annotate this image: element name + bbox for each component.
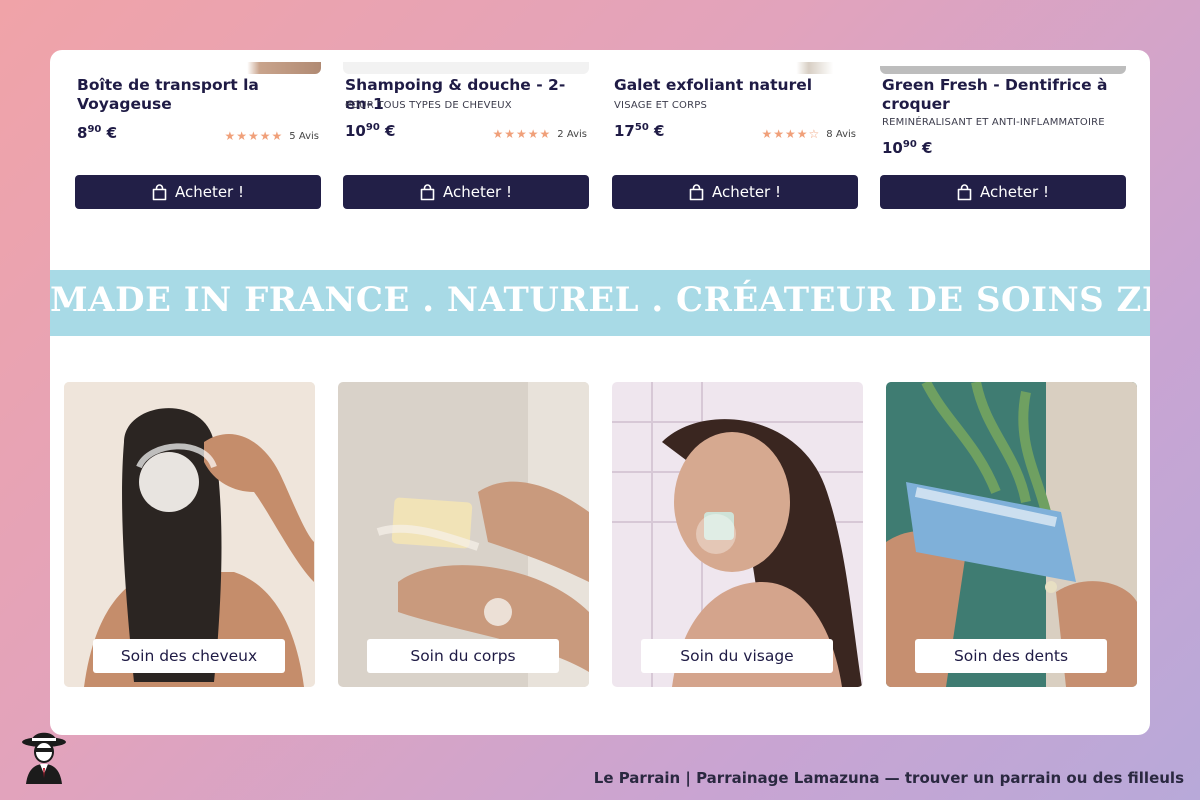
godfather-logo-icon bbox=[22, 732, 66, 784]
buy-button-label: Acheter ! bbox=[442, 183, 513, 201]
rating-stars: ★★★★★ bbox=[492, 127, 552, 141]
product-name[interactable]: Green Fresh - Dentifrice à croquer bbox=[882, 76, 1126, 114]
product-image[interactable] bbox=[343, 62, 589, 74]
product-name[interactable]: Galet exfoliant naturel bbox=[614, 76, 858, 95]
buy-button-label: Acheter ! bbox=[174, 183, 245, 201]
product-image[interactable] bbox=[75, 62, 321, 74]
category-label[interactable]: Soin des dents bbox=[915, 639, 1107, 673]
buy-button[interactable]: Acheter ! bbox=[880, 175, 1126, 209]
product-subtitle: POUR TOUS TYPES DE CHEVEUX bbox=[345, 100, 512, 111]
product-subtitle: VISAGE ET CORPS bbox=[614, 100, 708, 111]
category-card-hair[interactable]: Soin des cheveux bbox=[64, 382, 315, 687]
shopping-bag-icon bbox=[689, 183, 704, 201]
product-card[interactable]: Galet exfoliant naturel VISAGE ET CORPS … bbox=[612, 50, 858, 270]
product-image[interactable] bbox=[880, 66, 1126, 74]
product-card[interactable]: Boîte de transport la Voyageuse 890 € ★★… bbox=[75, 50, 321, 270]
review-count: 8 Avis bbox=[826, 128, 856, 140]
rating-stars: ★★★★★ bbox=[224, 129, 284, 143]
product-price: 1090 € bbox=[882, 139, 933, 157]
buy-button-label: Acheter ! bbox=[979, 183, 1050, 201]
category-label[interactable]: Soin des cheveux bbox=[93, 639, 285, 673]
product-rating[interactable]: ★★★★☆ 8 Avis bbox=[762, 127, 857, 141]
product-card[interactable]: Shampoing & douche - 2-en-1 POUR TOUS TY… bbox=[343, 50, 589, 270]
buy-button-label: Acheter ! bbox=[711, 183, 782, 201]
marquee-banner: MADE IN FRANCE . NATUREL . CRÉATEUR DE S… bbox=[50, 270, 1150, 336]
buy-button[interactable]: Acheter ! bbox=[75, 175, 321, 209]
shopping-bag-icon bbox=[152, 183, 167, 201]
product-card[interactable]: Green Fresh - Dentifrice à croquer REMIN… bbox=[880, 50, 1126, 270]
category-card-face[interactable]: Soin du visage bbox=[612, 382, 863, 687]
product-rating[interactable]: ★★★★★ 5 Avis bbox=[225, 129, 320, 143]
category-grid: Soin des cheveux Soin du corps Soin du v… bbox=[50, 382, 1150, 687]
buy-button[interactable]: Acheter ! bbox=[612, 175, 858, 209]
review-count: 5 Avis bbox=[289, 130, 319, 142]
shopping-bag-icon bbox=[420, 183, 435, 201]
product-name[interactable]: Boîte de transport la Voyageuse bbox=[77, 76, 321, 114]
product-image[interactable] bbox=[612, 62, 858, 74]
product-subtitle: REMINÉRALISANT ET ANTI-INFLAMMATOIRE bbox=[882, 117, 1105, 128]
product-price: 1750 € bbox=[614, 122, 665, 140]
product-grid: Boîte de transport la Voyageuse 890 € ★★… bbox=[50, 50, 1150, 270]
shopping-bag-icon bbox=[957, 183, 972, 201]
product-price: 1090 € bbox=[345, 122, 396, 140]
product-rating[interactable]: ★★★★★ 2 Avis bbox=[493, 127, 588, 141]
footer-caption: Le Parrain | Parrainage Lamazuna — trouv… bbox=[593, 769, 1184, 787]
banner-text: MADE IN FRANCE . NATUREL . CRÉATEUR DE S… bbox=[50, 280, 1150, 320]
product-price: 890 € bbox=[77, 124, 118, 142]
rating-stars: ★★★★☆ bbox=[761, 127, 821, 141]
category-card-teeth[interactable]: Soin des dents bbox=[886, 382, 1137, 687]
content-card: Boîte de transport la Voyageuse 890 € ★★… bbox=[50, 50, 1150, 735]
buy-button[interactable]: Acheter ! bbox=[343, 175, 589, 209]
review-count: 2 Avis bbox=[557, 128, 587, 140]
category-label[interactable]: Soin du corps bbox=[367, 639, 559, 673]
category-card-body[interactable]: Soin du corps bbox=[338, 382, 589, 687]
category-label[interactable]: Soin du visage bbox=[641, 639, 833, 673]
